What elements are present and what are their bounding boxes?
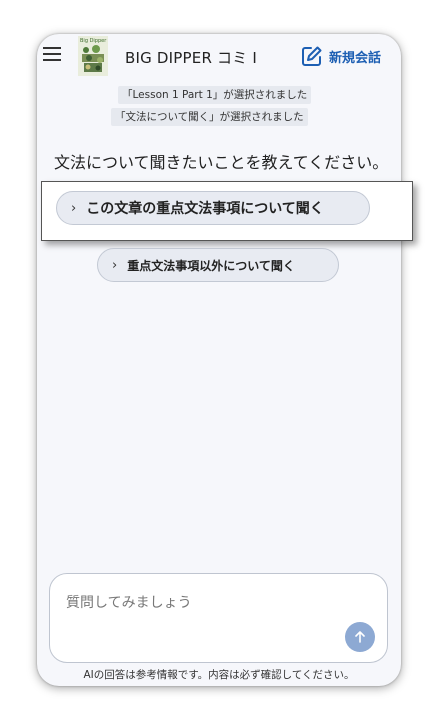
message-input[interactable] <box>64 590 338 622</box>
new-chat-button[interactable]: 新規会話 <box>301 42 381 70</box>
send-button[interactable] <box>345 622 375 652</box>
chat-window: Big Dipper BIG DIPPER コミ I 新規会話 「Lesson … <box>37 34 413 686</box>
option-key-grammar-button[interactable]: › この文章の重点文法事項について聞く <box>56 191 370 225</box>
disclaimer: AIの回答は参考情報です。内容は必ず確認してください。 <box>83 669 355 681</box>
assistant-prompt: 文法について聞きたいことを教えてください。 <box>54 153 389 172</box>
chevron-right-icon: › <box>71 200 77 216</box>
chevron-right-icon: › <box>112 257 118 273</box>
svg-text:Big Dipper: Big Dipper <box>80 38 107 44</box>
selection-chip-grammar: 「文法について聞く」が選択されました <box>111 108 308 126</box>
header: Big Dipper BIG DIPPER コミ I 新規会話 <box>37 34 401 80</box>
app-title: BIG DIPPER コミ I <box>125 49 258 67</box>
option-label: 重点文法事項以外について聞く <box>127 258 295 273</box>
option-other-grammar-button[interactable]: › 重点文法事項以外について聞く <box>97 248 339 282</box>
option-label: この文章の重点文法事項について聞く <box>86 201 324 217</box>
message-input-box <box>49 573 388 663</box>
edit-icon <box>302 46 322 66</box>
book-cover-logo: Big Dipper <box>78 36 108 76</box>
arrow-up-icon <box>355 631 365 643</box>
new-chat-label: 新規会話 <box>329 50 382 66</box>
menu-icon[interactable] <box>43 46 61 62</box>
selection-chip-lesson: 「Lesson 1 Part 1」が選択されました <box>118 86 312 104</box>
